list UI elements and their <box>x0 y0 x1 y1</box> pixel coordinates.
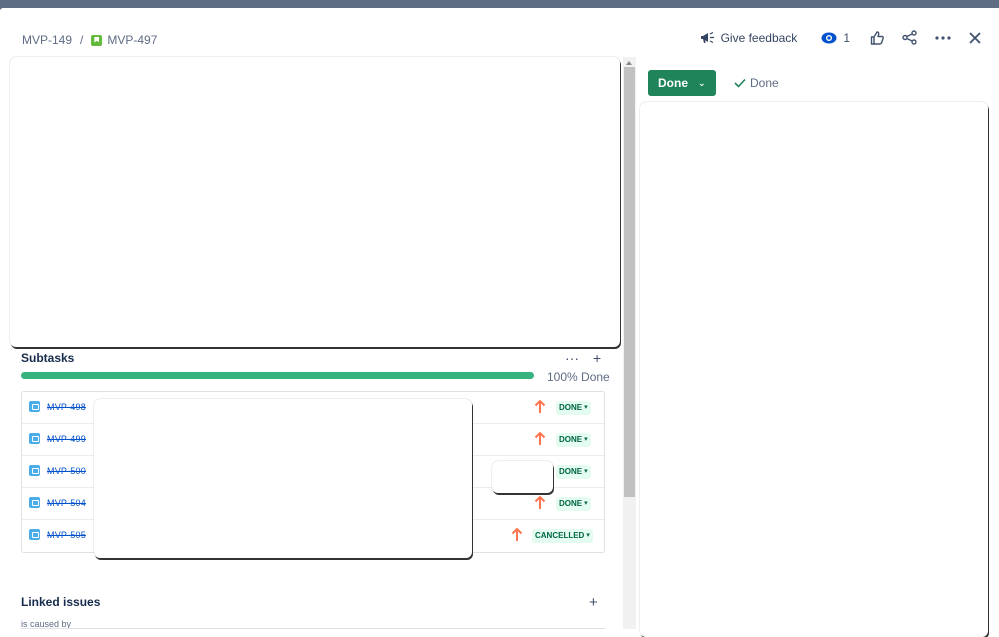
subtasks-progress-bar <box>21 372 534 379</box>
subtask-icon <box>29 401 40 412</box>
more-icon <box>935 35 951 40</box>
vote-button[interactable] <box>870 30 884 45</box>
chevron-down-icon: ▾ <box>584 500 588 507</box>
priority-high-icon <box>534 400 546 413</box>
details-panel <box>640 102 988 637</box>
chevron-down-icon: ▾ <box>584 404 588 411</box>
breadcrumb-current-link[interactable]: MVP-497 <box>107 33 157 47</box>
breadcrumb-separator: / <box>80 33 84 47</box>
close-button[interactable] <box>969 31 981 44</box>
subtask-key-link[interactable]: MVP-500 <box>47 466 86 476</box>
megaphone-icon <box>700 31 714 44</box>
subtask-key-link[interactable]: MVP-499 <box>47 434 86 444</box>
eye-icon <box>821 32 837 43</box>
priority-high-icon <box>534 432 546 445</box>
chevron-down-icon: ▾ <box>584 436 588 443</box>
linked-issues-heading: Linked issues <box>21 595 101 609</box>
linked-issues-add-button[interactable]: + <box>589 594 598 611</box>
subtask-status-dropdown[interactable]: DONE ▾ <box>556 433 591 447</box>
watch-button[interactable]: 1 <box>821 31 850 45</box>
description-panel <box>10 57 620 347</box>
subtask-icon <box>29 497 40 508</box>
close-icon <box>969 31 981 44</box>
subtasks-actions: ··· + <box>565 350 615 366</box>
breadcrumb: MVP-149 / MVP-497 <box>22 33 157 47</box>
status-button-label: Done <box>658 76 688 90</box>
share-button[interactable] <box>902 30 917 45</box>
subtasks-heading: Subtasks <box>21 351 75 365</box>
subtask-icon <box>29 465 40 476</box>
share-icon <box>902 30 917 45</box>
left-pane-scrollbar[interactable] <box>623 57 636 629</box>
resolution-indicator: Done <box>734 76 779 90</box>
assignee-overlay <box>492 461 553 493</box>
subtasks-more-button[interactable]: ··· <box>565 350 579 366</box>
priority-high-icon <box>534 496 546 509</box>
status-dropdown-button[interactable]: Done ⌄ <box>648 70 716 96</box>
resolution-label: Done <box>750 76 779 90</box>
breadcrumb-parent-link[interactable]: MVP-149 <box>22 33 72 47</box>
subtask-summary-overlay <box>94 399 472 558</box>
progress-fill <box>21 372 534 379</box>
subtask-key-link[interactable]: MVP-505 <box>47 530 86 540</box>
story-icon <box>91 34 103 46</box>
subtask-status-dropdown[interactable]: DONE ▾ <box>556 497 591 511</box>
subtask-key-link[interactable]: MVP-504 <box>47 498 86 508</box>
subtask-key-link[interactable]: MVP-498 <box>47 402 86 412</box>
divider <box>21 628 605 629</box>
subtask-status-dropdown[interactable]: DONE ▾ <box>556 465 591 479</box>
header-actions: Give feedback 1 <box>686 30 981 45</box>
chevron-down-icon: ⌄ <box>698 77 706 88</box>
subtasks-add-button[interactable]: + <box>593 350 601 366</box>
status-label: DONE <box>559 403 583 412</box>
subtask-status-dropdown[interactable]: CANCELLED ▾ <box>532 529 593 543</box>
progress-label: 100% Done <box>547 370 610 384</box>
status-label: DONE <box>559 499 583 508</box>
subtask-icon <box>29 529 40 540</box>
give-feedback-label: Give feedback <box>720 30 798 45</box>
give-feedback-button[interactable]: Give feedback <box>700 30 798 45</box>
chevron-down-icon: ▾ <box>586 532 590 539</box>
scrollbar-thumb[interactable] <box>624 67 635 497</box>
watchers-count: 1 <box>843 30 850 45</box>
subtask-status-dropdown[interactable]: DONE ▾ <box>556 401 591 415</box>
more-actions-button[interactable] <box>935 35 951 40</box>
priority-high-icon <box>511 528 523 541</box>
status-label: CANCELLED <box>535 531 585 540</box>
checkmark-icon <box>734 78 746 88</box>
scroll-up-arrow-icon[interactable] <box>626 61 632 65</box>
status-label: DONE <box>559 435 583 444</box>
chevron-down-icon: ▾ <box>584 468 588 475</box>
subtask-icon <box>29 433 40 444</box>
status-label: DONE <box>559 467 583 476</box>
thumbs-up-icon <box>870 30 884 45</box>
